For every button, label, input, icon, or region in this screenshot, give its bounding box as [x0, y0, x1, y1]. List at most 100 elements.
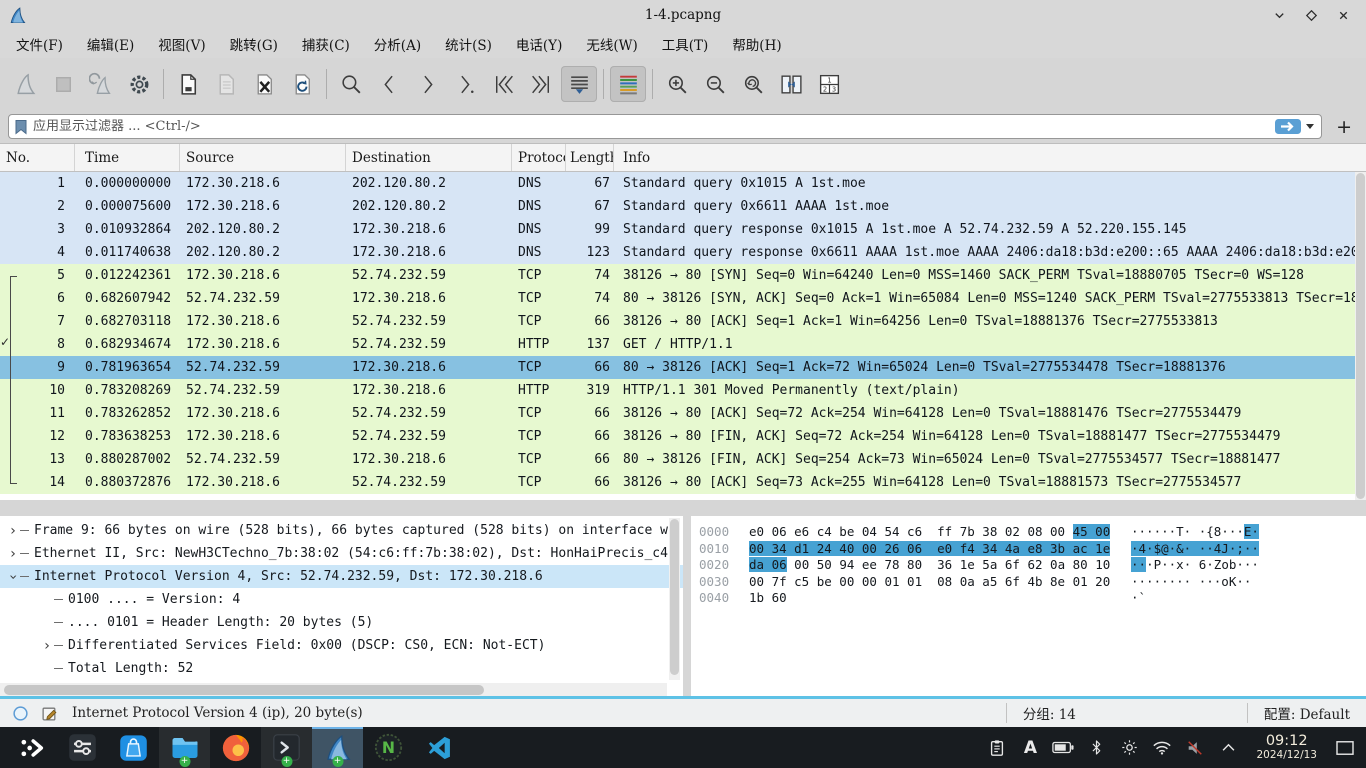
taskbar-launcher[interactable]	[6, 727, 57, 768]
collapse-chevron-icon[interactable]	[1215, 734, 1241, 762]
menu-item[interactable]: 无线(W)	[574, 31, 649, 57]
apply-filter-button[interactable]	[1275, 119, 1301, 134]
detail-line[interactable]: ›Frame 9: 66 bytes on wire (528 bits), 6…	[0, 519, 683, 542]
column-header-info[interactable]: Info	[614, 144, 1366, 171]
reload-file-button[interactable]	[284, 66, 320, 102]
menu-item[interactable]: 编辑(E)	[75, 31, 146, 57]
battery-icon[interactable]	[1050, 734, 1076, 762]
taskbar-wireshark[interactable]: +	[312, 727, 363, 768]
maximize-button[interactable]	[1300, 4, 1322, 26]
taskbar-terminal[interactable]: +	[261, 727, 312, 768]
volume-muted-icon[interactable]	[1182, 734, 1208, 762]
packet-row[interactable]: ✓80.682934674172.30.218.652.74.232.59HTT…	[0, 333, 1366, 356]
detail-line[interactable]: ›Ethernet II, Src: NewH3CTechno_7b:38:02…	[0, 542, 683, 565]
packet-row[interactable]: 20.000075600172.30.218.6202.120.80.2DNS6…	[0, 195, 1366, 218]
close-button[interactable]	[1332, 4, 1354, 26]
capture-options-button[interactable]	[121, 66, 157, 102]
bluetooth-icon[interactable]	[1083, 734, 1109, 762]
menu-item[interactable]: 帮助(H)	[720, 31, 793, 57]
column-header-source[interactable]: Source	[180, 144, 346, 171]
display-filter-input[interactable]	[33, 119, 1275, 134]
packet-row[interactable]: 30.010932864202.120.80.2172.30.218.6DNS9…	[0, 218, 1366, 241]
packet-row[interactable]: 90.78196365452.74.232.59172.30.218.6TCP6…	[0, 356, 1366, 379]
taskbar-firefox[interactable]	[210, 727, 261, 768]
packet-list[interactable]: 10.000000000172.30.218.6202.120.80.2DNS6…	[0, 172, 1366, 500]
resize-columns-button[interactable]	[773, 66, 809, 102]
zoom-out-button[interactable]	[697, 66, 733, 102]
go-last-button[interactable]	[523, 66, 559, 102]
filter-dropdown-icon[interactable]	[1306, 124, 1314, 129]
menu-item[interactable]: 跳转(G)	[218, 31, 290, 57]
packet-row[interactable]: 60.68260794252.74.232.59172.30.218.6TCP7…	[0, 287, 1366, 310]
packet-row[interactable]: 140.880372876172.30.218.652.74.232.59TCP…	[0, 471, 1366, 494]
menu-item[interactable]: 分析(A)	[362, 31, 433, 57]
taskbar-app-store[interactable]	[108, 727, 159, 768]
find-packet-button[interactable]	[333, 66, 369, 102]
packet-row[interactable]: 100.78320826952.74.232.59172.30.218.6HTT…	[0, 379, 1366, 402]
add-filter-button[interactable]: +	[1330, 116, 1358, 138]
go-back-button[interactable]	[371, 66, 407, 102]
menu-item[interactable]: 工具(T)	[650, 31, 721, 57]
column-header-length[interactable]: Length	[566, 144, 614, 171]
taskbar-clock[interactable]: 09:12 2024/12/13	[1256, 734, 1317, 760]
taskbar-neovim[interactable]: N	[363, 727, 414, 768]
clipboard-icon[interactable]	[984, 734, 1010, 762]
show-desktop-button[interactable]	[1332, 734, 1358, 762]
zoom-reset-button[interactable]	[735, 66, 771, 102]
detail-line[interactable]: .... 0101 = Header Length: 20 bytes (5)	[0, 611, 683, 634]
go-first-button[interactable]	[485, 66, 521, 102]
detail-vertical-scrollbar[interactable]	[669, 518, 680, 680]
detail-line[interactable]: 0100 .... = Version: 4	[0, 588, 683, 611]
input-method-icon[interactable]: A	[1017, 734, 1043, 762]
packet-row[interactable]: 110.783262852172.30.218.652.74.232.59TCP…	[0, 402, 1366, 425]
menu-item[interactable]: 统计(S)	[433, 31, 504, 57]
packet-row[interactable]: 70.682703118172.30.218.652.74.232.59TCP6…	[0, 310, 1366, 333]
detail-horizontal-scrollbar[interactable]	[0, 683, 667, 696]
taskbar-file-manager[interactable]: +	[159, 727, 210, 768]
expert-info-icon[interactable]	[12, 705, 29, 722]
hex-row[interactable]: 00401b 60·`	[699, 590, 1366, 607]
menu-item[interactable]: 捕获(C)	[290, 31, 362, 57]
display-filter-field[interactable]	[8, 114, 1322, 139]
stop-capture-button[interactable]	[45, 66, 81, 102]
column-header-no[interactable]: No.	[0, 144, 75, 171]
pane-divider[interactable]	[683, 516, 691, 696]
column-header-destination[interactable]: Destination	[346, 144, 512, 171]
packet-detail-pane[interactable]: ›Frame 9: 66 bytes on wire (528 bits), 6…	[0, 516, 683, 696]
menu-item[interactable]: 电话(Y)	[504, 31, 574, 57]
packet-list-scrollbar[interactable]	[1355, 172, 1366, 500]
profile-status[interactable]: 配置: Default	[1248, 703, 1366, 723]
packet-row[interactable]: 120.783638253172.30.218.652.74.232.59TCP…	[0, 425, 1366, 448]
go-forward-button[interactable]	[409, 66, 445, 102]
auto-scroll-button[interactable]	[561, 66, 597, 102]
taskbar-control-center[interactable]	[57, 727, 108, 768]
zoom-in-button[interactable]	[659, 66, 695, 102]
detail-line[interactable]: ›Differentiated Services Field: 0x00 (DS…	[0, 634, 683, 657]
hex-row[interactable]: 0000e0 06 e6 c4 be 04 54 c6 ff 7b 38 02 …	[699, 524, 1366, 541]
bookmark-icon[interactable]	[14, 119, 28, 135]
packet-row[interactable]: 50.012242361172.30.218.652.74.232.59TCP7…	[0, 264, 1366, 287]
open-file-button[interactable]	[170, 66, 206, 102]
save-file-button[interactable]	[208, 66, 244, 102]
minimize-button[interactable]	[1268, 4, 1290, 26]
hex-row[interactable]: 001000 34 d1 24 40 00 26 06 e0 f4 34 4a …	[699, 541, 1366, 558]
detail-line[interactable]: ›Internet Protocol Version 4, Src: 52.74…	[0, 565, 683, 588]
close-file-button[interactable]	[246, 66, 282, 102]
taskbar-vscode[interactable]	[414, 727, 465, 768]
start-capture-button[interactable]	[7, 66, 43, 102]
numbered-columns-button[interactable]: 123	[811, 66, 847, 102]
title-bar[interactable]: 1-4.pcapng	[0, 0, 1366, 30]
column-header-protocol[interactable]: Protocol	[512, 144, 566, 171]
brightness-icon[interactable]	[1116, 734, 1142, 762]
restart-capture-button[interactable]	[83, 66, 119, 102]
hex-row[interactable]: 003000 7f c5 be 00 00 01 01 08 0a a5 6f …	[699, 574, 1366, 591]
pane-splitter[interactable]	[0, 500, 1366, 516]
column-header-time[interactable]: Time	[75, 144, 180, 171]
menu-item[interactable]: 文件(F)	[4, 31, 75, 57]
wifi-icon[interactable]	[1149, 734, 1175, 762]
colorize-button[interactable]	[610, 66, 646, 102]
menu-item[interactable]: 视图(V)	[146, 31, 217, 57]
packet-row[interactable]: 40.011740638202.120.80.2172.30.218.6DNS1…	[0, 241, 1366, 264]
go-to-packet-button[interactable]	[447, 66, 483, 102]
detail-line[interactable]: Total Length: 52	[0, 657, 683, 680]
